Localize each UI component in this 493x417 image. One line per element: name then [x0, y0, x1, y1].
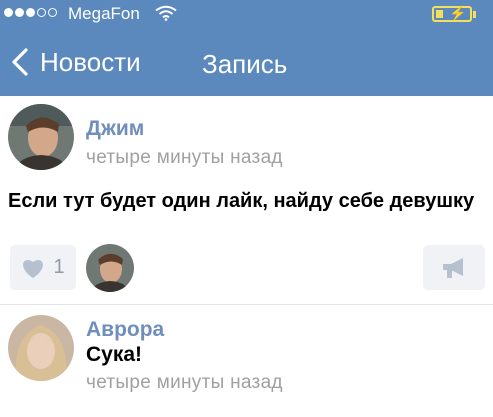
- status-bar: MegaFon ⚡: [0, 0, 493, 28]
- signal-dot: [15, 8, 24, 17]
- page-title: Запись: [202, 49, 288, 79]
- navigation-header: MegaFon ⚡ Новости Запись: [0, 0, 493, 96]
- comment-timestamp: четыре минуты назад: [86, 372, 283, 393]
- like-button[interactable]: 1: [10, 245, 76, 290]
- like-count: 1: [53, 256, 65, 278]
- comment-author-name[interactable]: Аврора: [86, 318, 164, 342]
- chevron-left-icon: [12, 48, 28, 76]
- comment-author-avatar[interactable]: [8, 315, 74, 381]
- divider: [0, 304, 493, 305]
- signal-dot: [37, 8, 46, 17]
- megaphone-icon: [443, 257, 463, 278]
- signal-dot: [26, 8, 35, 17]
- liker-avatar[interactable]: [86, 244, 134, 292]
- battery-icon: ⚡: [432, 5, 476, 22]
- signal-dot: [48, 8, 57, 17]
- heart-icon: [23, 259, 44, 278]
- wifi-icon: [155, 5, 177, 21]
- post-timestamp: четыре минуты назад: [86, 147, 283, 168]
- post-author-avatar[interactable]: [8, 104, 74, 170]
- comment-text: Сука!: [86, 343, 143, 366]
- share-button[interactable]: [423, 245, 485, 290]
- post-text: Если тут будет один лайк, найду себе дев…: [8, 190, 475, 212]
- signal-strength-indicator: [4, 8, 57, 17]
- post-author-name[interactable]: Джим: [86, 117, 144, 141]
- back-button-label: Новости: [40, 46, 141, 77]
- back-button[interactable]: Новости: [10, 44, 141, 80]
- carrier-name: MegaFon: [68, 4, 140, 23]
- signal-dot: [4, 8, 13, 17]
